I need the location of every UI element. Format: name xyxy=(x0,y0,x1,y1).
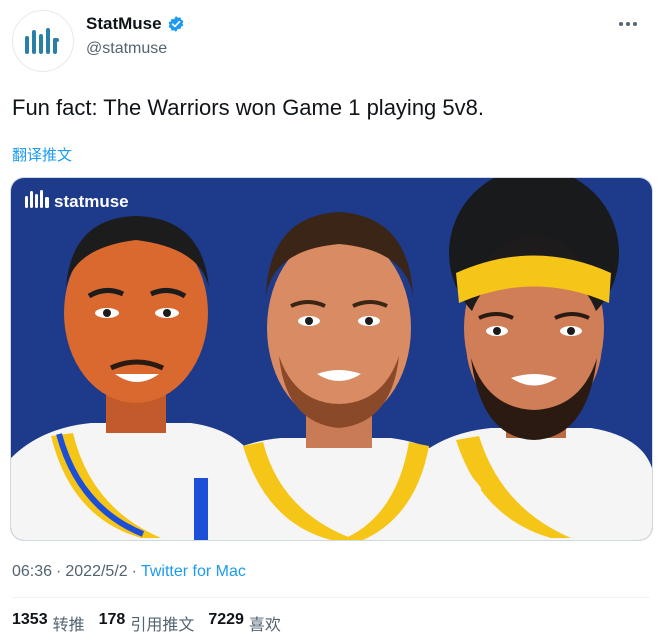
likes-stat[interactable]: 7229 喜欢 xyxy=(208,611,281,635)
likes-count: 7229 xyxy=(208,611,244,628)
tweet-time[interactable]: 06:36 xyxy=(12,563,52,581)
name-row: StatMuse xyxy=(86,14,185,34)
statmuse-logo-icon xyxy=(25,28,59,54)
meta-separator: · xyxy=(56,563,62,580)
retweets-label: 转推 xyxy=(52,617,85,634)
retweets-stat[interactable]: 1353 转推 xyxy=(12,611,85,635)
meta-separator: · xyxy=(131,563,137,580)
retweets-count: 1353 xyxy=(12,611,48,628)
tweet-stats: 1353 转推 178 引用推文 7229 喜欢 xyxy=(12,611,281,635)
media-logo-text: statmuse xyxy=(54,192,129,211)
display-name[interactable]: StatMuse xyxy=(86,14,162,34)
quote-tweets-label: 引用推文 xyxy=(130,617,195,634)
tweet-text: Fun fact: The Warriors won Game 1 playin… xyxy=(12,95,484,120)
likes-label: 喜欢 xyxy=(248,617,281,634)
avatar[interactable] xyxy=(12,10,74,72)
translate-tweet-link[interactable]: 翻译推文 xyxy=(12,144,72,165)
tweet-media-image[interactable]: statmuse xyxy=(10,177,653,541)
tweet-client-link[interactable]: Twitter for Mac xyxy=(141,563,246,581)
quote-tweets-count: 178 xyxy=(98,611,126,628)
tweet-date[interactable]: 2022/5/2 xyxy=(65,563,127,581)
quote-tweets-stat[interactable]: 178 引用推文 xyxy=(99,611,195,635)
divider xyxy=(12,597,650,598)
verified-badge-icon xyxy=(168,16,183,32)
tweet-meta: 06:36 · 2022/5/2 · Twitter for Mac xyxy=(12,563,246,581)
more-options-icon[interactable] xyxy=(612,12,644,36)
handle[interactable]: @statmuse xyxy=(86,40,167,58)
tweet-header: StatMuse @statmuse xyxy=(12,8,650,72)
